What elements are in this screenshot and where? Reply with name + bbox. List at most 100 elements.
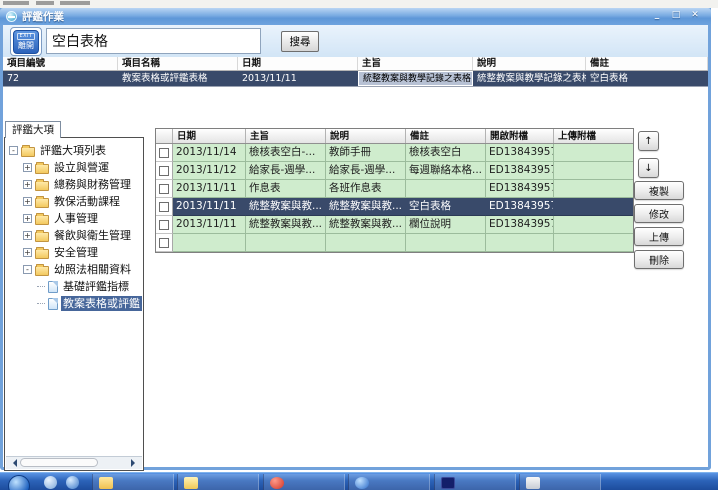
column-header-description[interactable]: 說明 bbox=[473, 57, 586, 70]
table-row[interactable] bbox=[156, 234, 633, 252]
exit-button[interactable]: EXIT 離開 bbox=[10, 27, 42, 56]
tree-expander-icon[interactable]: + bbox=[23, 180, 32, 189]
minimize-button[interactable]: _ bbox=[651, 10, 663, 20]
cell-date: 2013/11/11 bbox=[173, 198, 246, 216]
tree-item-label[interactable]: 基礎評鑑指標 bbox=[61, 279, 131, 294]
tab-evaluation-categories[interactable]: 評鑑大項 bbox=[5, 121, 61, 138]
tree-item[interactable]: + 人事管理 bbox=[7, 210, 142, 227]
table-row[interactable]: 2013/11/11 統整教案與教... 統整教案與教... 空白表格 ED13… bbox=[156, 198, 633, 216]
table-row[interactable]: 2013/11/11 統整教案與教... 統整教案與教... 欄位說明 ED13… bbox=[156, 216, 633, 234]
maximize-button[interactable]: □ bbox=[670, 10, 682, 20]
tree-expander-icon[interactable]: + bbox=[23, 197, 32, 206]
tree-expander-icon[interactable]: + bbox=[23, 163, 32, 172]
tree-item[interactable]: + 安全管理 bbox=[7, 244, 142, 261]
close-button[interactable]: ✕ bbox=[689, 10, 701, 20]
window-title: 評鑑作業 bbox=[22, 9, 64, 24]
tree-item-label[interactable]: 教案表格或評鑑 bbox=[61, 296, 142, 311]
app-icon bbox=[6, 11, 17, 22]
tree-expander-icon[interactable]: + bbox=[23, 231, 32, 240]
tree-expander-icon[interactable]: + bbox=[23, 248, 32, 257]
tree-item-label[interactable]: 安全管理 bbox=[52, 245, 100, 260]
quick-launch-icon[interactable] bbox=[44, 476, 57, 489]
scroll-left-icon[interactable] bbox=[9, 459, 17, 467]
scroll-right-icon[interactable] bbox=[131, 459, 139, 467]
tree-item-label[interactable]: 餐飲與衛生管理 bbox=[52, 228, 133, 243]
upload-button[interactable]: 上傳 bbox=[634, 227, 684, 246]
delete-button[interactable]: 刪除 bbox=[634, 250, 684, 269]
table-row[interactable]: 2013/11/12 給家長-週學... 給家長-週學... 每週聯絡本格...… bbox=[156, 162, 633, 180]
start-button-icon[interactable] bbox=[8, 475, 30, 490]
tree-item[interactable]: - 幼照法相關資料 bbox=[7, 261, 142, 278]
cell-item-name: 教案表格或評鑑表格 bbox=[118, 71, 238, 86]
taskbar bbox=[0, 472, 718, 490]
column-header-date[interactable]: 日期 bbox=[173, 129, 246, 143]
column-header-open-attachment[interactable]: 開啟附檔 bbox=[486, 129, 554, 143]
tree-item[interactable]: 基礎評鑑指標 bbox=[7, 278, 142, 295]
tree-item-label[interactable]: 設立與營運 bbox=[52, 160, 111, 175]
row-checkbox[interactable] bbox=[159, 166, 169, 176]
cell-description: 統整教案與教... bbox=[326, 216, 406, 234]
modify-button[interactable]: 修改 bbox=[634, 204, 684, 223]
cell-open-attachment: ED13843957... bbox=[486, 144, 554, 162]
row-checkbox[interactable] bbox=[159, 184, 169, 194]
cell-remark: 欄位說明 bbox=[406, 216, 486, 234]
tree-item[interactable]: + 餐飲與衛生管理 bbox=[7, 227, 142, 244]
cell-open-attachment: ED13843957... bbox=[486, 180, 554, 198]
background-text-fragment bbox=[3, 1, 29, 5]
column-header-remark[interactable]: 備註 bbox=[406, 129, 486, 143]
column-header-remark[interactable]: 備註 bbox=[586, 57, 708, 70]
column-header-item-name[interactable]: 項目名稱 bbox=[118, 57, 238, 70]
taskbar-app-button[interactable] bbox=[434, 474, 516, 490]
column-header-subject[interactable]: 主旨 bbox=[246, 129, 326, 143]
move-down-button[interactable]: ↓ bbox=[638, 158, 659, 178]
tree-expander-icon[interactable]: + bbox=[23, 214, 32, 223]
table-row[interactable]: 2013/11/14 檢核表空白-... 教師手冊 檢核表空白 ED138439… bbox=[156, 144, 633, 162]
result-table-row-selected[interactable]: 72 教案表格或評鑑表格 2013/11/11 統整教案與教學記錄之表格 統整教… bbox=[3, 71, 708, 87]
taskbar-app-icon bbox=[526, 477, 540, 489]
table-row[interactable]: 2013/11/11 作息表 各班作息表 ED13843957... bbox=[156, 180, 633, 198]
tree-item-label[interactable]: 評鑑大項列表 bbox=[38, 143, 108, 158]
column-header-upload-attachment[interactable]: 上傳附檔 bbox=[554, 129, 633, 143]
taskbar-app-button[interactable] bbox=[348, 474, 430, 490]
cell-subject: 給家長-週學... bbox=[246, 162, 326, 180]
row-checkbox[interactable] bbox=[159, 148, 169, 158]
search-input[interactable] bbox=[46, 28, 261, 54]
title-bar[interactable]: 評鑑作業 _ □ ✕ bbox=[0, 8, 711, 25]
cell-subject: 作息表 bbox=[246, 180, 326, 198]
cell-subject: 統整教案與教... bbox=[246, 198, 326, 216]
tree-item[interactable]: + 教保活動課程 bbox=[7, 193, 142, 210]
tree-item[interactable]: + 總務與財務管理 bbox=[7, 176, 142, 193]
column-header-description[interactable]: 說明 bbox=[326, 129, 406, 143]
exit-icon-text: EXIT bbox=[17, 33, 34, 40]
tree-item[interactable]: + 設立與營運 bbox=[7, 159, 142, 176]
tree-item-label[interactable]: 人事管理 bbox=[52, 211, 100, 226]
folder-icon bbox=[21, 147, 35, 157]
taskbar-app-button[interactable] bbox=[92, 474, 174, 490]
copy-button[interactable]: 複製 bbox=[634, 181, 684, 200]
row-checkbox[interactable] bbox=[159, 202, 169, 212]
column-header-subject[interactable]: 主旨 bbox=[358, 57, 473, 70]
tree-item-label[interactable]: 總務與財務管理 bbox=[52, 177, 133, 192]
tree-expander-icon[interactable]: - bbox=[9, 146, 18, 155]
tree-expander-icon[interactable]: - bbox=[23, 265, 32, 274]
tree-item[interactable]: - 評鑑大項列表 bbox=[7, 142, 142, 159]
cell-upload-attachment bbox=[554, 234, 633, 252]
taskbar-app-button[interactable] bbox=[519, 474, 601, 490]
horizontal-scrollbar[interactable] bbox=[6, 456, 142, 469]
tree-item[interactable]: 教案表格或評鑑 bbox=[7, 295, 142, 312]
row-checkbox[interactable] bbox=[159, 220, 169, 230]
column-header-date[interactable]: 日期 bbox=[238, 57, 358, 70]
cell-open-attachment: ED13843957... bbox=[486, 216, 554, 234]
tree-item-label[interactable]: 教保活動課程 bbox=[52, 194, 122, 209]
quick-launch-icon[interactable] bbox=[66, 476, 79, 489]
tree-item-label[interactable]: 幼照法相關資料 bbox=[52, 262, 133, 277]
taskbar-app-button[interactable] bbox=[263, 474, 345, 490]
search-button[interactable]: 搜尋 bbox=[281, 31, 319, 52]
scrollbar-thumb[interactable] bbox=[20, 458, 98, 467]
taskbar-app-button[interactable] bbox=[177, 474, 259, 490]
cell-subject-editbox[interactable]: 統整教案與教學記錄之表格 bbox=[358, 71, 473, 86]
move-up-button[interactable]: ↑ bbox=[638, 131, 659, 151]
column-header-item-id[interactable]: 項目編號 bbox=[3, 57, 118, 70]
cell-upload-attachment bbox=[554, 144, 633, 162]
row-checkbox[interactable] bbox=[159, 238, 169, 248]
